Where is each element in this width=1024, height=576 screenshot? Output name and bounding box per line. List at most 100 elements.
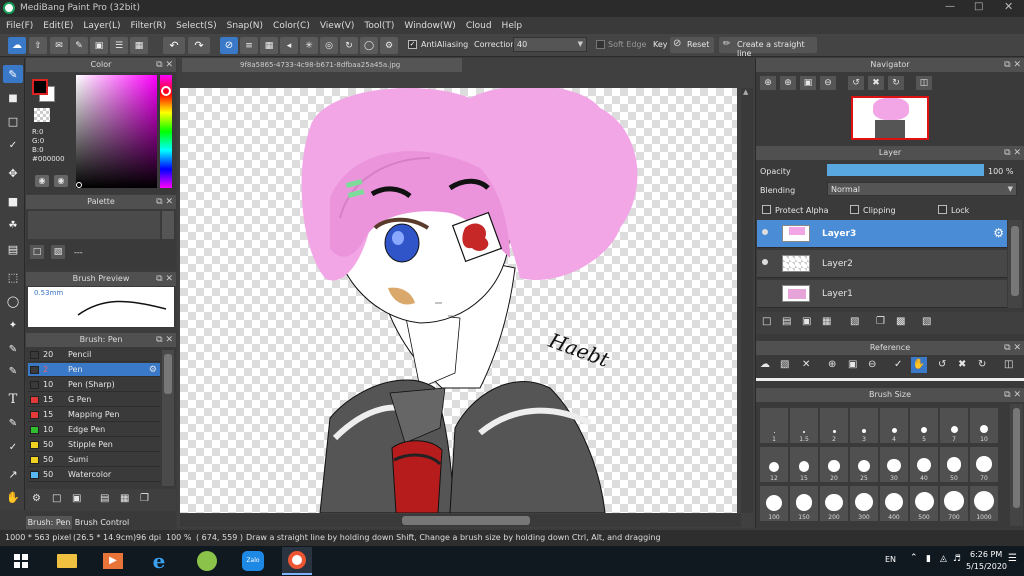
- app-button[interactable]: [192, 547, 222, 575]
- brush-options-icon[interactable]: ▤: [100, 493, 109, 504]
- palette-scrollbar[interactable]: [162, 211, 174, 239]
- reference-fit-icon[interactable]: ▣: [848, 359, 857, 370]
- language-indicator[interactable]: EN: [885, 555, 896, 564]
- panel-close-icon[interactable]: ⧉ ✕: [1004, 388, 1021, 402]
- zoom-in-button[interactable]: ⊕: [760, 76, 776, 90]
- add-layer-menu-icon[interactable]: ▦: [822, 316, 831, 327]
- panel-close-icon[interactable]: ⧉ ✕: [156, 272, 173, 286]
- reference-close-icon[interactable]: ✕: [802, 359, 810, 370]
- hscroll-thumb[interactable]: [402, 516, 530, 525]
- fit-window-button[interactable]: ▣: [800, 76, 816, 90]
- snap-parallel-button[interactable]: ≡: [240, 37, 258, 54]
- rotate-right-button[interactable]: ↻: [888, 76, 904, 90]
- scroll-thumb[interactable]: [164, 354, 172, 394]
- tool-hand[interactable]: ✋: [3, 488, 23, 506]
- palette-list[interactable]: [28, 211, 160, 239]
- list-button[interactable]: ☰: [110, 37, 128, 54]
- menu-filter[interactable]: Filter(R): [131, 21, 167, 31]
- palette-delete-button[interactable]: ▧: [51, 245, 65, 259]
- grid-button[interactable]: ▦: [130, 37, 148, 54]
- panel-close-icon[interactable]: ⧉ ✕: [1004, 146, 1021, 160]
- snap-radial-button[interactable]: ✳: [300, 37, 318, 54]
- zalo-button[interactable]: Zalo: [238, 547, 268, 575]
- menu-layer[interactable]: Layer(L): [83, 21, 120, 31]
- brush-size-option[interactable]: 400: [880, 486, 908, 521]
- brush-item-selected[interactable]: 2 Pen ⚙: [28, 363, 160, 377]
- layer-item[interactable]: Layer1: [757, 280, 1007, 308]
- brush-size-scrollbar[interactable]: [1010, 404, 1023, 526]
- reference-eyedropper-icon[interactable]: ✓: [894, 359, 902, 370]
- add-brush-icon[interactable]: ⚙: [32, 493, 41, 504]
- color-picker-icon[interactable]: ◉: [35, 175, 49, 187]
- chat-button[interactable]: ✎: [70, 37, 88, 54]
- brush-size-option[interactable]: 500: [910, 486, 938, 521]
- brush-list-scrollbar[interactable]: [162, 350, 174, 486]
- blending-select[interactable]: Normal ▼: [827, 182, 1017, 196]
- trash-icon[interactable]: ▧: [922, 316, 931, 327]
- eye-icon[interactable]: [762, 259, 768, 265]
- lock-checkbox[interactable]: [938, 205, 947, 214]
- menu-edit[interactable]: Edit(E): [43, 21, 73, 31]
- hue-handle[interactable]: [161, 86, 171, 96]
- reference-zoom-out-icon[interactable]: ⊖: [868, 359, 876, 370]
- brush-size-option[interactable]: 100: [760, 486, 788, 521]
- tool-rect[interactable]: □: [3, 112, 23, 130]
- scroll-up-icon[interactable]: ▲: [743, 88, 748, 96]
- medibang-taskbar-button[interactable]: [282, 547, 312, 575]
- brush-size-option[interactable]: 12: [760, 447, 788, 482]
- drawing-canvas[interactable]: Haebt: [180, 88, 737, 513]
- brush-size-option[interactable]: 25: [850, 447, 878, 482]
- correction-select[interactable]: 40 ▼: [513, 37, 587, 52]
- reference-rotate-left-icon[interactable]: ↺: [938, 359, 946, 370]
- brush-size-option[interactable]: 700: [940, 486, 968, 521]
- network-icon[interactable]: ◬: [940, 554, 947, 564]
- tool-text[interactable]: T: [3, 390, 23, 408]
- tool-operation[interactable]: ↗: [3, 465, 23, 483]
- brush-size-option[interactable]: 30: [880, 447, 908, 482]
- panel-close-icon[interactable]: ⧉ ✕: [156, 333, 173, 347]
- tool-eyedropper[interactable]: ✓: [3, 438, 23, 456]
- brush-size-option[interactable]: 70: [970, 447, 998, 482]
- new-1bit-icon[interactable]: ▣: [802, 316, 811, 327]
- tool-move[interactable]: ✥: [3, 164, 23, 182]
- zoom-fit-button[interactable]: ⊕: [780, 76, 796, 90]
- brush-size-option[interactable]: 2: [820, 408, 848, 443]
- zoom-out-button[interactable]: ⊖: [820, 76, 836, 90]
- brush-size-option[interactable]: 1: [760, 408, 788, 443]
- reference-reset-icon[interactable]: ✖: [958, 359, 966, 370]
- navigator-thumbnail[interactable]: [851, 96, 929, 140]
- menu-window[interactable]: Window(W): [404, 21, 455, 31]
- palette-add-button[interactable]: □: [30, 245, 44, 259]
- folder-icon[interactable]: ▧: [850, 316, 859, 327]
- duplicate-icon[interactable]: ❐: [876, 316, 885, 327]
- menu-view[interactable]: View(V): [320, 21, 355, 31]
- upload-button[interactable]: ⇧: [29, 37, 47, 54]
- brush-size-option[interactable]: 5: [910, 408, 938, 443]
- brush-item[interactable]: 50 Sumi: [28, 453, 160, 467]
- redo-button[interactable]: ↷: [188, 37, 210, 54]
- tool-select-eraser[interactable]: ✎: [3, 362, 23, 380]
- brush-menu-icon[interactable]: ▣: [72, 493, 81, 504]
- panel-close-icon[interactable]: ⧉ ✕: [156, 58, 173, 72]
- brush-size-option[interactable]: 200: [820, 486, 848, 521]
- notification-icon[interactable]: ☰: [1008, 553, 1017, 564]
- brush-size-option[interactable]: 15: [790, 447, 818, 482]
- reference-zoom-in-icon[interactable]: ⊕: [828, 359, 836, 370]
- page-button[interactable]: ▣: [90, 37, 108, 54]
- brush-size-option[interactable]: 1.5: [790, 408, 818, 443]
- sv-handle[interactable]: [76, 182, 82, 188]
- brush-item[interactable]: 50 Stipple Pen: [28, 438, 160, 452]
- comment-button[interactable]: ✉: [50, 37, 68, 54]
- brush-item[interactable]: 50 Watercolor: [28, 468, 160, 482]
- merge-icon[interactable]: ▩: [896, 316, 905, 327]
- cloud-button[interactable]: ☁: [8, 37, 26, 54]
- start-button[interactable]: [6, 547, 36, 575]
- clock-date[interactable]: 5/15/2020: [966, 562, 1007, 571]
- layer-scrollbar[interactable]: [1008, 220, 1022, 308]
- eye-icon[interactable]: [762, 229, 768, 235]
- copy-brush-icon[interactable]: □: [52, 493, 61, 504]
- brush-size-option[interactable]: 300: [850, 486, 878, 521]
- maximize-button[interactable]: □: [974, 1, 983, 12]
- document-tab[interactable]: 9f8a5865-4733-4c98-b671-8dfbaa25a45a.jpg: [182, 58, 462, 72]
- brush-size-option[interactable]: 4: [880, 408, 908, 443]
